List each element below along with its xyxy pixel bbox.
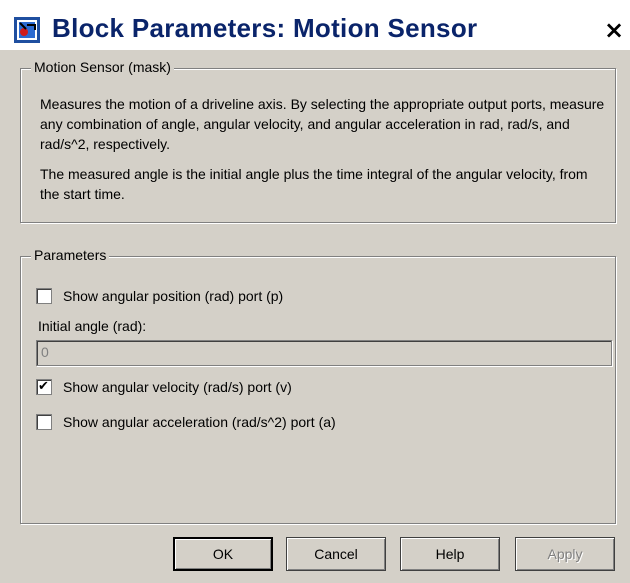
initial-angle-label: Initial angle (rad): <box>38 318 147 334</box>
window-title: Block Parameters: Motion Sensor <box>52 13 478 43</box>
show-velocity-row[interactable]: Show angular velocity (rad/s) port (v) <box>36 379 292 395</box>
show-velocity-checkbox[interactable] <box>36 379 52 395</box>
show-position-label: Show angular position (rad) port (p) <box>63 288 284 304</box>
cancel-button[interactable]: Cancel <box>286 537 386 571</box>
initial-angle-field[interactable]: 0 <box>36 340 612 366</box>
mask-group-legend: Motion Sensor (mask) <box>31 59 174 75</box>
mask-description-text-2: The measured angle is the initial angle … <box>40 166 588 202</box>
show-acceleration-row[interactable]: Show angular acceleration (rad/s^2) port… <box>36 414 336 430</box>
parameters-group-legend: Parameters <box>31 247 110 263</box>
help-button[interactable]: Help <box>400 537 500 571</box>
show-acceleration-checkbox[interactable] <box>36 414 52 430</box>
show-position-checkbox[interactable] <box>36 288 52 304</box>
ok-button[interactable]: OK <box>173 537 273 571</box>
title-bar[interactable]: Block Parameters: Motion Sensor × <box>0 0 630 50</box>
show-position-row[interactable]: Show angular position (rad) port (p) <box>36 288 283 304</box>
show-acceleration-label: Show angular acceleration (rad/s^2) port… <box>63 414 336 430</box>
dialog-body: Motion Sensor (mask) Measures the motion… <box>0 50 630 583</box>
mask-description-text-1: Measures the motion of a driveline axis.… <box>40 96 605 152</box>
simulink-block-icon <box>14 17 40 43</box>
show-velocity-label: Show angular velocity (rad/s) port (v) <box>63 379 292 395</box>
apply-button[interactable]: Apply <box>515 537 615 571</box>
close-icon[interactable]: × <box>600 16 628 44</box>
